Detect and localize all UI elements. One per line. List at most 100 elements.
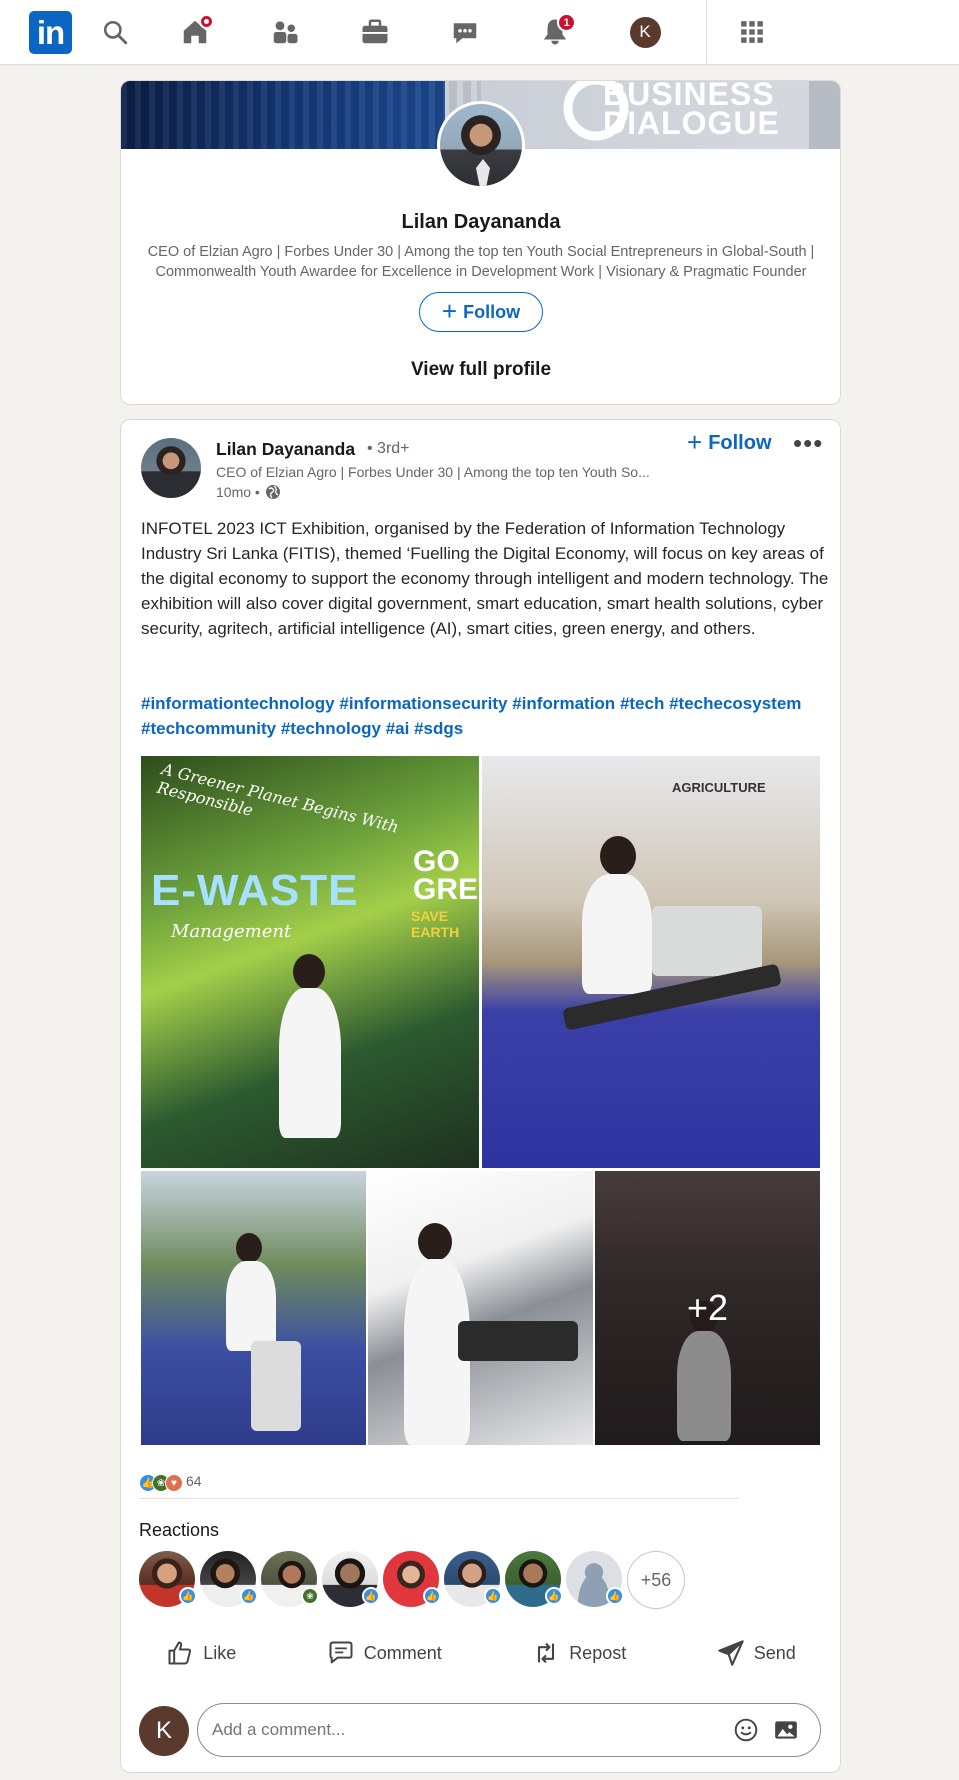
reaction-count[interactable]: 64 bbox=[186, 1473, 202, 1489]
nav-divider bbox=[706, 0, 707, 65]
person-figure bbox=[279, 988, 341, 1138]
love-reaction-icon: ♥ bbox=[165, 1474, 183, 1492]
post-timestamp: 10mo • bbox=[216, 484, 281, 500]
like-badge-icon: 👍 bbox=[179, 1587, 197, 1605]
banner-text-line2: DIALOGUE bbox=[603, 105, 780, 141]
me-menu[interactable]: K bbox=[627, 14, 663, 50]
connection-degree: • 3rd+ bbox=[367, 440, 410, 457]
post-photo-2[interactable]: AGRICULTURE bbox=[482, 756, 820, 1168]
drone-body bbox=[652, 906, 762, 976]
hashtag-link[interactable]: #technology bbox=[281, 719, 381, 738]
people-icon[interactable] bbox=[267, 14, 303, 50]
hashtag-link[interactable]: #tech bbox=[620, 694, 664, 713]
post-action-bar: Like Comment Repost Send bbox=[121, 1628, 840, 1678]
reactor-avatar[interactable]: 👍 bbox=[200, 1551, 258, 1607]
post-body-text: INFOTEL 2023 ICT Exhibition, organised b… bbox=[141, 519, 829, 638]
post-author-avatar[interactable] bbox=[141, 438, 201, 498]
hashtag-link[interactable]: #techecosystem bbox=[669, 694, 801, 713]
view-full-profile-link[interactable]: View full profile bbox=[121, 359, 840, 381]
follow-label: Follow bbox=[463, 301, 521, 322]
reactor-avatar[interactable]: 👍 bbox=[322, 1551, 380, 1607]
reaction-type-icons[interactable]: 👍 ❀ ♥ bbox=[139, 1474, 183, 1492]
post-author-name[interactable]: Lilan Dayananda bbox=[216, 439, 355, 460]
comment-box[interactable] bbox=[197, 1703, 821, 1757]
reactor-avatar[interactable]: ❀ bbox=[261, 1551, 319, 1607]
support-badge-icon: ❀ bbox=[301, 1587, 319, 1605]
more-photos-overlay[interactable]: +2 bbox=[595, 1171, 820, 1445]
hashtag-link[interactable]: #information bbox=[512, 694, 615, 713]
like-button[interactable]: Like bbox=[166, 1639, 236, 1667]
send-icon bbox=[717, 1640, 744, 1666]
drone-body bbox=[458, 1321, 578, 1361]
banner-side-strip bbox=[809, 81, 840, 149]
repost-icon bbox=[538, 1642, 555, 1664]
messaging-icon[interactable] bbox=[447, 14, 483, 50]
post-photo-5[interactable]: +2 bbox=[595, 1171, 820, 1445]
reactor-avatar-placeholder[interactable]: 👍 bbox=[566, 1551, 624, 1607]
person-head bbox=[236, 1233, 262, 1263]
search-icon[interactable] bbox=[97, 14, 133, 50]
author-profile-card: BUSINESS DIALOGUE Lilan Dayananda CEO of… bbox=[120, 80, 841, 405]
hashtag-link[interactable]: #techcommunity bbox=[141, 719, 276, 738]
divider bbox=[139, 1498, 739, 1499]
comment-button[interactable]: Comment bbox=[327, 1639, 442, 1667]
like-label: Like bbox=[203, 1642, 237, 1663]
linkedin-logo[interactable]: in bbox=[29, 11, 72, 54]
image-upload-icon[interactable] bbox=[766, 1710, 806, 1750]
post-hashtags: #informationtechnology #informationsecur… bbox=[141, 691, 831, 741]
post-follow-button[interactable]: + Follow bbox=[687, 429, 772, 455]
send-button[interactable]: Send bbox=[717, 1639, 796, 1667]
like-thumb-icon bbox=[168, 1641, 192, 1665]
hashtag-link[interactable]: #ai bbox=[386, 719, 410, 738]
post-card: Lilan Dayananda • 3rd+ CEO of Elzian Agr… bbox=[120, 419, 841, 1773]
home-icon[interactable] bbox=[177, 14, 214, 50]
me-avatar: K bbox=[629, 16, 661, 48]
person-head bbox=[293, 954, 325, 990]
photo-management-text: Management bbox=[171, 921, 292, 942]
post-follow-label: Follow bbox=[708, 432, 772, 454]
apps-grid-icon[interactable] bbox=[734, 14, 770, 50]
my-avatar: K bbox=[139, 1706, 189, 1756]
plus-icon: + bbox=[441, 295, 458, 326]
more-options-icon[interactable]: ••• bbox=[793, 428, 823, 459]
post-time-text: 10mo • bbox=[216, 484, 260, 500]
profile-name[interactable]: Lilan Dayananda bbox=[121, 211, 840, 234]
like-badge-icon: 👍 bbox=[362, 1587, 380, 1605]
post-photo-3[interactable] bbox=[141, 1171, 366, 1445]
photo-save-earth-text: SAVE EARTH bbox=[411, 908, 460, 940]
reactor-avatar[interactable]: 👍 bbox=[444, 1551, 502, 1607]
reactor-avatar[interactable]: 👍 bbox=[383, 1551, 441, 1607]
profile-photo[interactable] bbox=[437, 101, 525, 189]
person-figure bbox=[582, 874, 652, 994]
comment-input[interactable] bbox=[212, 1720, 726, 1740]
photo-agriculture-text: AGRICULTURE bbox=[672, 780, 766, 795]
globe-icon bbox=[265, 485, 280, 499]
like-badge-icon: 👍 bbox=[240, 1587, 258, 1605]
hashtag-link[interactable]: #informationtechnology bbox=[141, 694, 335, 713]
top-navigation-bar: in 1 K bbox=[0, 0, 959, 65]
emoji-icon[interactable] bbox=[726, 1710, 766, 1750]
reactor-avatar[interactable]: 👍 bbox=[139, 1551, 197, 1607]
post-photo-4[interactable] bbox=[368, 1171, 593, 1445]
person-head bbox=[418, 1223, 452, 1261]
hashtag-link[interactable]: #informationsecurity bbox=[339, 694, 507, 713]
person-head bbox=[600, 836, 636, 876]
drone-tank bbox=[251, 1341, 301, 1431]
profile-follow-button[interactable]: + Follow bbox=[419, 292, 543, 332]
notifications-count-badge: 1 bbox=[557, 13, 576, 32]
notifications-bell-icon[interactable]: 1 bbox=[537, 13, 576, 50]
photo-ewaste-text: E-WASTE bbox=[151, 866, 359, 915]
more-reactors-button[interactable]: +56 bbox=[627, 1551, 685, 1609]
hashtag-link[interactable]: #sdgs bbox=[414, 719, 463, 738]
post-photo-1[interactable]: A Greener Planet Begins With Responsible… bbox=[141, 756, 479, 1168]
repost-button[interactable]: Repost bbox=[532, 1639, 626, 1667]
jobs-briefcase-icon[interactable] bbox=[357, 14, 393, 50]
comment-label: Comment bbox=[363, 1642, 442, 1663]
comment-icon bbox=[329, 1641, 353, 1664]
like-badge-icon: 👍 bbox=[423, 1587, 441, 1605]
like-badge-icon: 👍 bbox=[545, 1587, 563, 1605]
home-activity-dot bbox=[199, 14, 214, 29]
person-figure bbox=[226, 1261, 276, 1351]
reactor-avatar[interactable]: 👍 bbox=[505, 1551, 563, 1607]
like-badge-icon: 👍 bbox=[484, 1587, 502, 1605]
